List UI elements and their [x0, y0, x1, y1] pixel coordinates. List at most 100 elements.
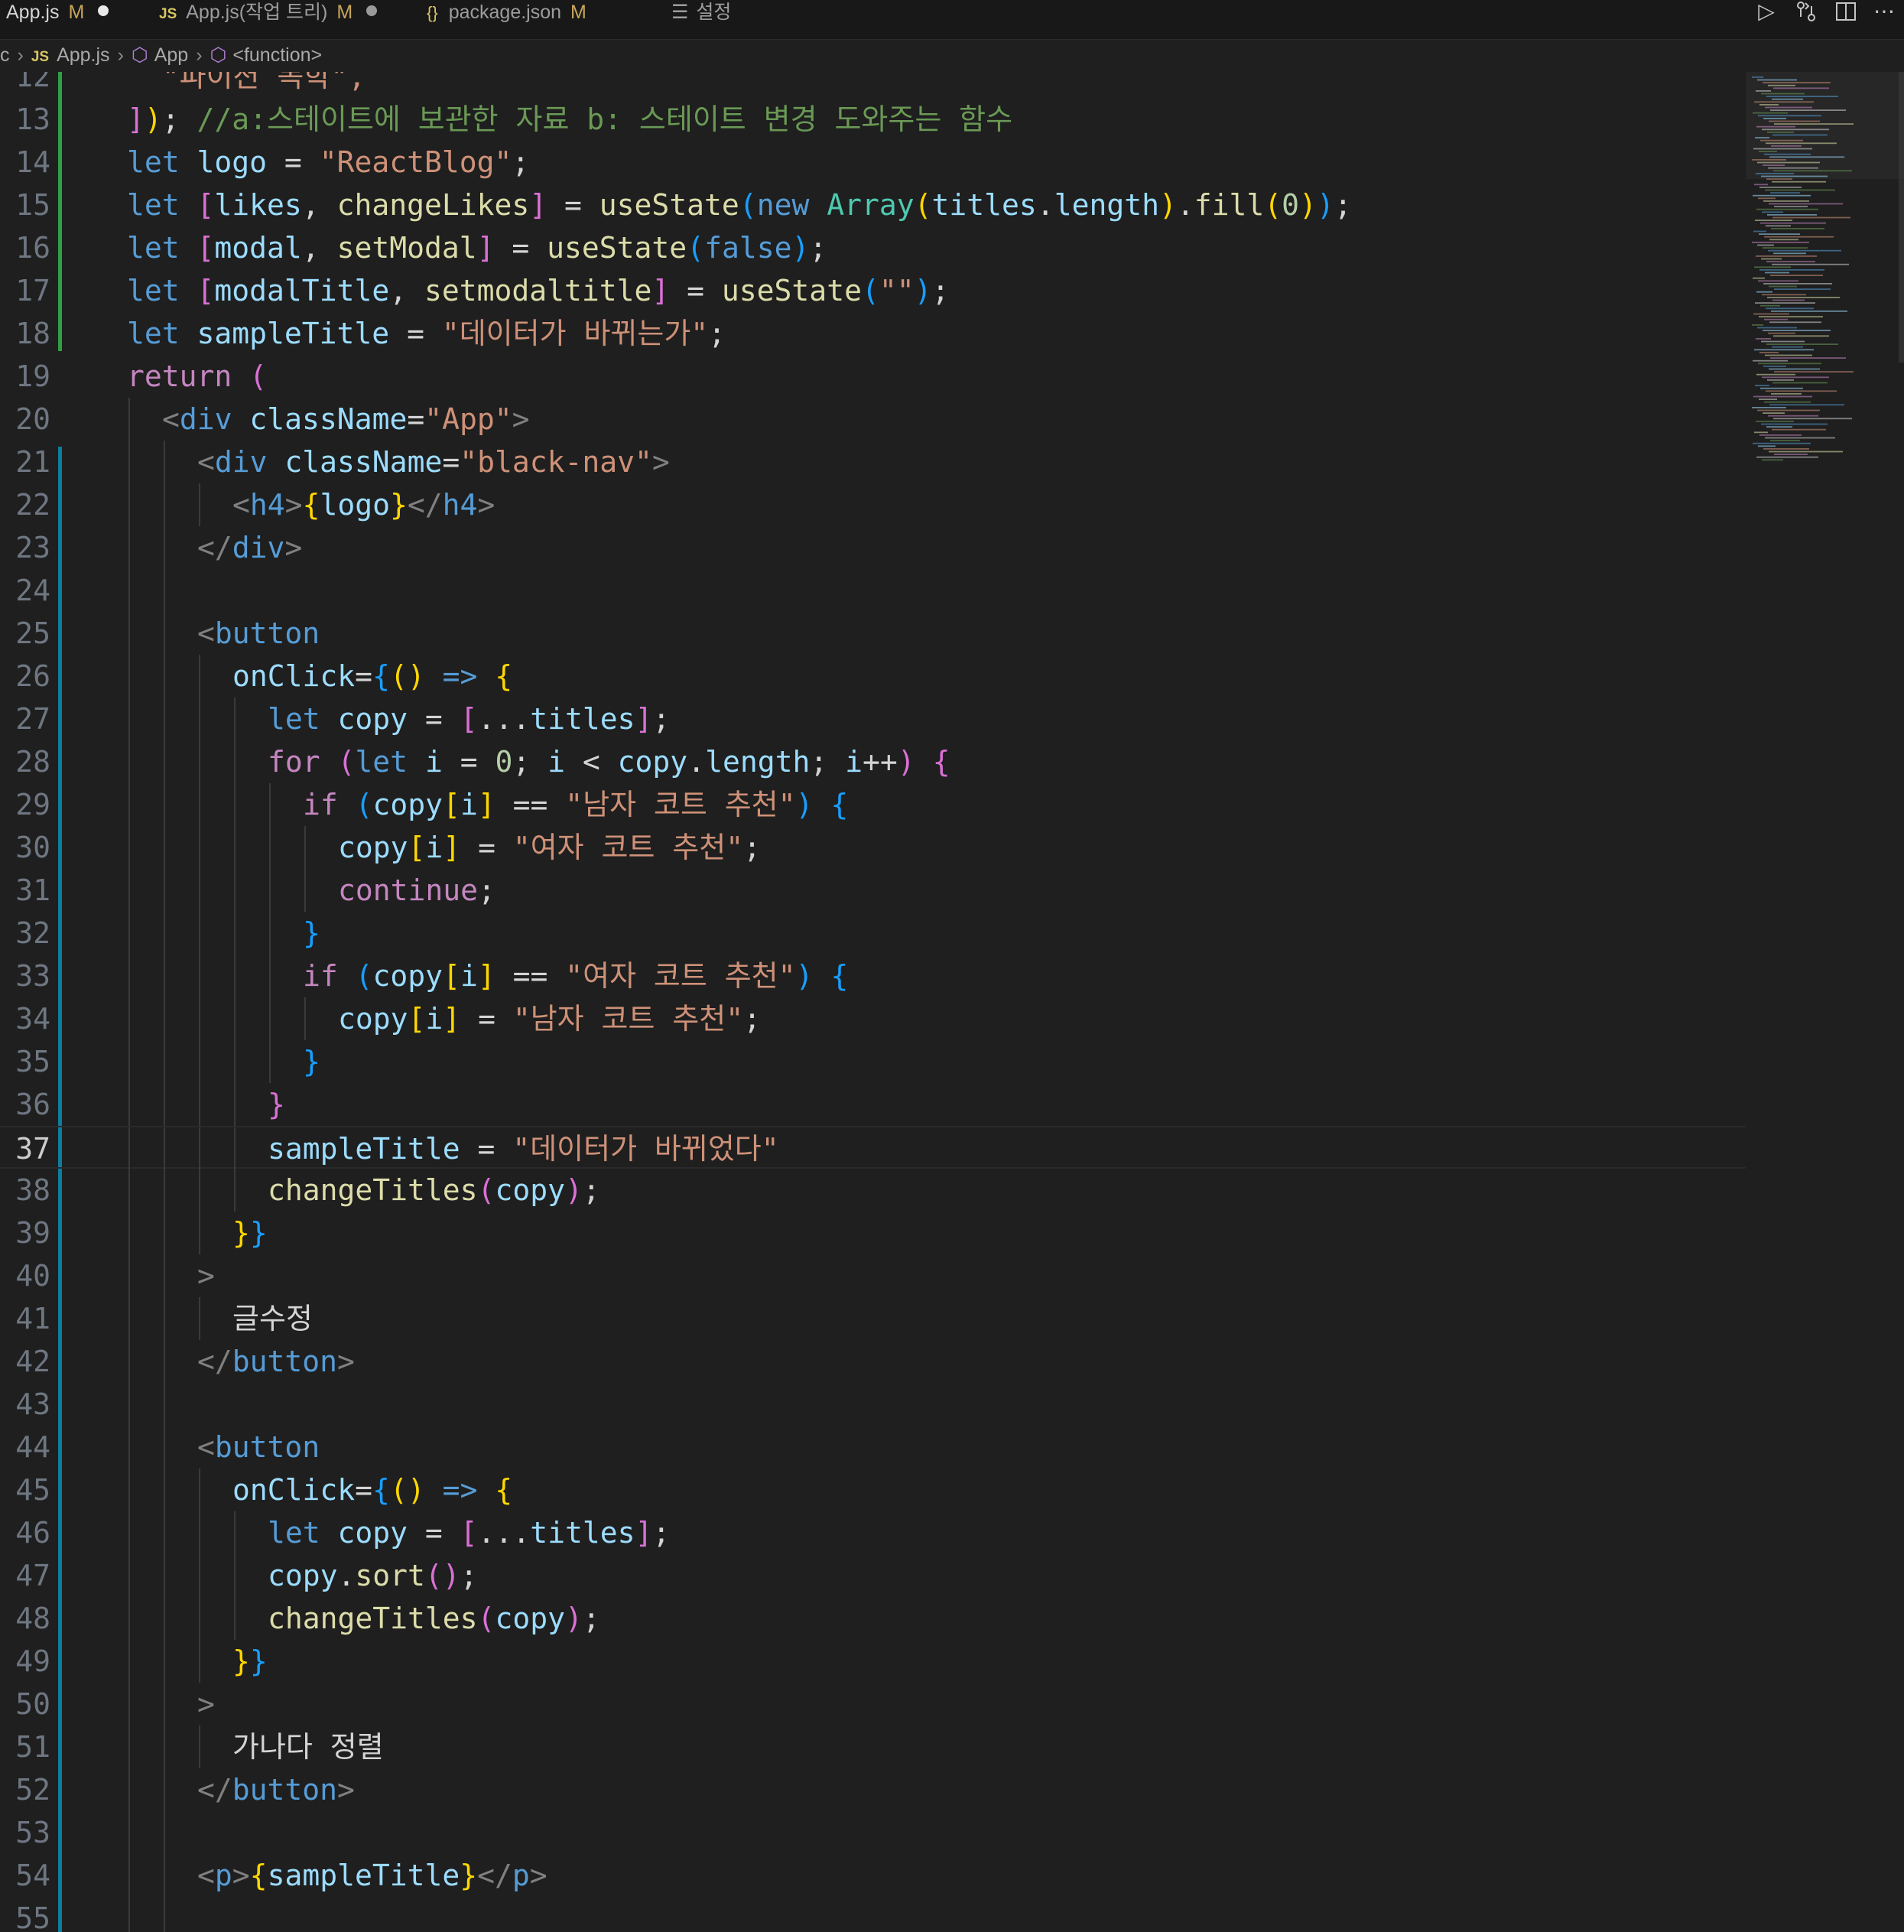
indent-guide [164, 1212, 165, 1254]
git-compare-icon[interactable] [1791, 0, 1821, 28]
code-token: ... [477, 702, 531, 736]
minimap-line [1773, 170, 1852, 172]
line-number: 12 [15, 72, 50, 93]
tab-settings[interactable]: ☰ 설정 [665, 0, 737, 28]
minimap-line [1769, 203, 1843, 205]
unsaved-dot-icon[interactable] [366, 5, 378, 17]
run-icon[interactable]: ▷ [1751, 0, 1782, 28]
indent-guide [269, 869, 271, 912]
code-line[interactable]: 38 changeTitles(copy); [0, 1169, 1746, 1212]
code-line[interactable]: 50 > [0, 1683, 1746, 1725]
minimap-line [1753, 359, 1788, 362]
line-number: 16 [15, 231, 50, 265]
minimap-line [1768, 332, 1795, 334]
tab-package-json[interactable]: {} package.json M [421, 0, 593, 28]
code-line[interactable]: 18 let sampleTitle = "데이터가 바뀌는가"; [0, 312, 1746, 355]
code-token: > [512, 402, 530, 436]
code-line[interactable]: 55 [0, 1897, 1746, 1932]
minimap-line [1774, 371, 1854, 372]
indent-guide [164, 912, 165, 955]
split-editor-icon[interactable] [1831, 0, 1861, 28]
code-line[interactable]: 49}} [0, 1640, 1746, 1683]
breadcrumb-folder[interactable]: c [0, 44, 10, 66]
code-token: 0 [495, 745, 513, 779]
code-token: < [197, 1430, 215, 1464]
code-token: ( [355, 959, 373, 993]
code-line[interactable]: 32} [0, 912, 1746, 955]
code-line[interactable]: 31 continue; [0, 869, 1746, 912]
unsaved-dot-icon[interactable] [98, 5, 109, 17]
minimap-line [1766, 307, 1814, 310]
code-line[interactable]: 45 onClick={() => { [0, 1469, 1746, 1511]
code-line[interactable]: 30 copy[i] = "여자 코트 추천"; [0, 826, 1746, 869]
code-line[interactable]: 44 <button [0, 1426, 1746, 1469]
code-token: ) [1316, 188, 1334, 222]
code-token: < [232, 488, 250, 522]
code-line[interactable]: 22 <h4>{logo}</h4> [0, 483, 1746, 526]
code-line[interactable]: 46 let copy = [...titles]; [0, 1511, 1746, 1554]
code-editor[interactable]: 12 "파이션 독학", 13]); //a:스테이트에 보관한 자료 b: 스테… [0, 72, 1746, 1932]
code-line[interactable]: 24 [0, 569, 1746, 612]
code-line[interactable]: 54 <p>{sampleTitle}</p> [0, 1854, 1746, 1897]
code-line[interactable]: 26 onClick={() => { [0, 655, 1746, 698]
code-line[interactable]: 13]); //a:스테이트에 보관한 자료 b: 스테이트 변경 도와주는 함… [0, 98, 1746, 141]
code-line[interactable]: 16 let [modal, setModal] = useState(false… [0, 226, 1746, 269]
breadcrumb-symbol-app[interactable]: App [154, 44, 188, 66]
tab-app-js-working-tree[interactable]: JS App.js(작업 트리) M [153, 0, 383, 28]
code-line[interactable]: 29 if (copy[i] == "남자 코트 추천") { [0, 783, 1746, 826]
indent-guide [128, 1340, 130, 1383]
code-token: "black-nav" [460, 445, 652, 479]
tab-app-js[interactable]: App.js M [0, 0, 115, 28]
code-token: = [460, 831, 513, 864]
code-line[interactable]: 53 [0, 1811, 1746, 1854]
code-line[interactable]: 36} [0, 1083, 1746, 1126]
indent-guide [199, 655, 200, 698]
code-token: button [214, 1430, 320, 1464]
breadcrumb-symbol-function[interactable]: <function> [232, 44, 322, 66]
code-line[interactable]: 27 let copy = [...titles]; [0, 698, 1746, 740]
code-line[interactable]: 25 <button [0, 612, 1746, 655]
code-token: > [197, 1687, 215, 1721]
code-line[interactable]: 14 let logo = "ReactBlog"; [0, 141, 1746, 184]
code-line[interactable]: 28 for (let i = 0; i < copy.length; i++) … [0, 740, 1746, 783]
indent-guide [234, 869, 236, 912]
code-line[interactable]: 51 가나다 정렬 [0, 1725, 1746, 1768]
code-line[interactable]: 12 "파이션 독학", [0, 72, 1746, 98]
code-line[interactable]: 33 if (copy[i] == "여자 코트 추천") { [0, 955, 1746, 997]
code-token: ] [477, 959, 495, 993]
code-token: = [408, 702, 460, 736]
code-line[interactable]: 17 let [modalTitle, setmodaltitle] = useS… [0, 269, 1746, 312]
tab-label: package.json [448, 2, 562, 23]
code-line[interactable]: 37 sampleTitle = "데이터가 바뀌었다" [0, 1126, 1746, 1170]
code-line[interactable]: 41 글수정 [0, 1297, 1746, 1340]
code-line[interactable]: 47 copy.sort(); [0, 1554, 1746, 1597]
scrollbar[interactable] [1899, 72, 1904, 363]
code-line[interactable]: 34 copy[i] = "남자 코트 추천"; [0, 997, 1746, 1040]
code-line[interactable]: 40 > [0, 1254, 1746, 1297]
indent-guide [128, 783, 130, 826]
indent-guide [234, 783, 236, 826]
code-line[interactable]: 35} [0, 1040, 1746, 1083]
code-token: ) [144, 102, 162, 136]
code-line[interactable]: 20 <div className="App"> [0, 398, 1746, 441]
breadcrumb-file[interactable]: App.js [57, 44, 109, 66]
code-line[interactable]: 42 </button> [0, 1340, 1746, 1383]
indent-guide [164, 1127, 165, 1170]
code-text: sampleTitle = "데이터가 바뀌었다" [268, 1127, 779, 1170]
code-line[interactable]: 39}} [0, 1212, 1746, 1254]
code-line[interactable]: 43 [0, 1383, 1746, 1426]
code-line[interactable]: 52 </button> [0, 1768, 1746, 1811]
minimap-line [1755, 137, 1769, 138]
code-line[interactable]: 48 changeTitles(copy); [0, 1597, 1746, 1640]
code-line[interactable]: 21 <div className="black-nav"> [0, 441, 1746, 483]
code-token: let [268, 702, 320, 736]
code-line[interactable]: 23 </div> [0, 526, 1746, 569]
code-line[interactable]: 15 let [likes, changeLikes] = useState(ne… [0, 184, 1746, 226]
minimap[interactable] [1746, 72, 1904, 1932]
more-actions-icon[interactable]: ⋯ [1869, 0, 1899, 28]
minimap-line [1773, 335, 1829, 337]
code-line[interactable]: 19 return ( [0, 355, 1746, 398]
